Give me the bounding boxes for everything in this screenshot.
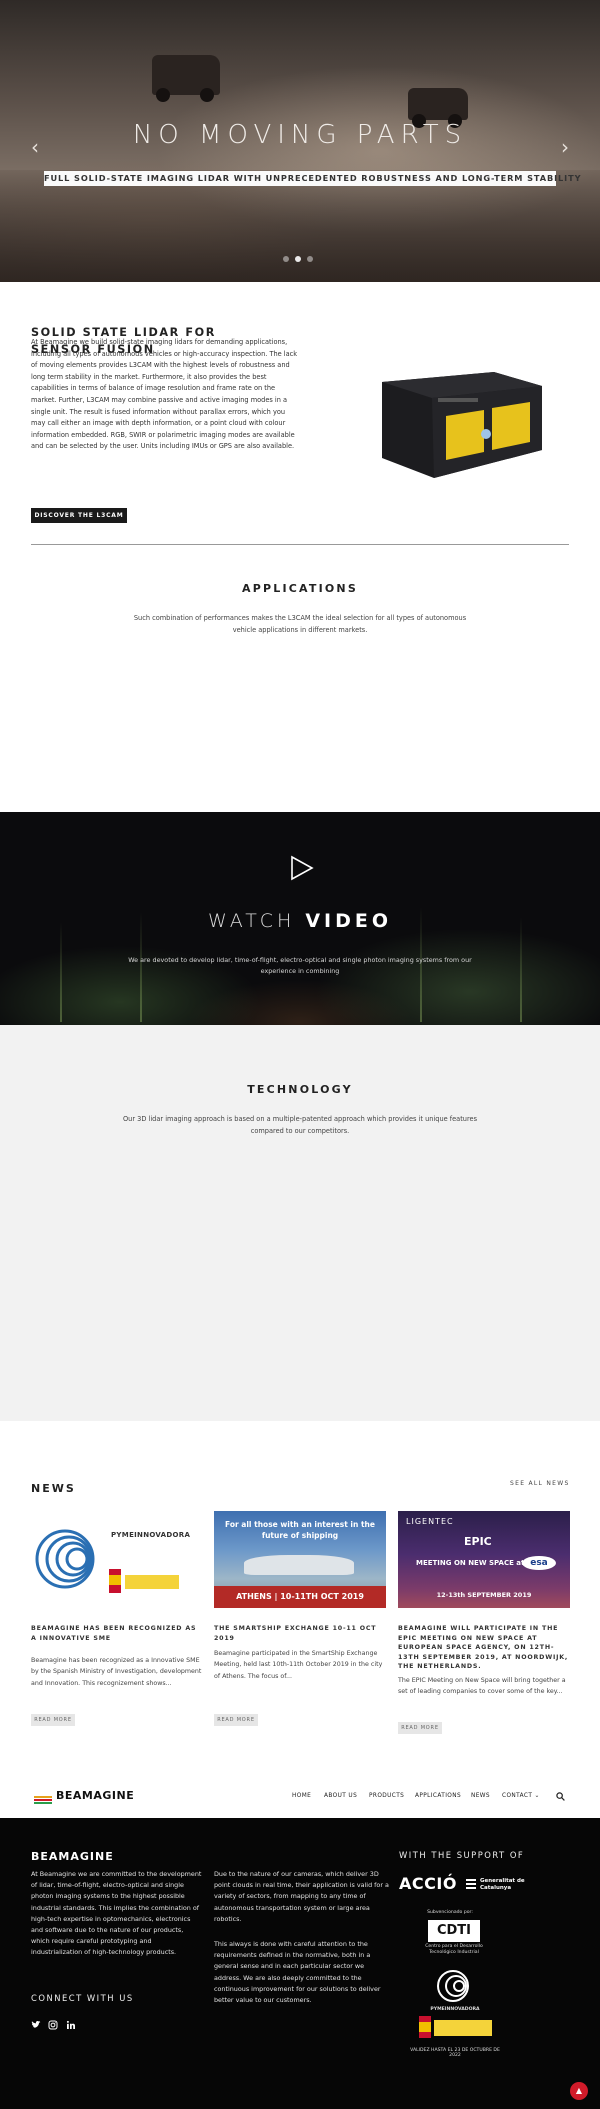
applications-title: APPLICATIONS [242, 582, 358, 595]
discover-l3cam-button[interactable]: DISCOVER THE L3CAM [31, 508, 127, 523]
hero-slider: NO MOVING PARTS FULL SOLID-STATE IMAGING… [0, 0, 600, 282]
video-description: We are devoted to develop lidar, time-of… [128, 956, 472, 975]
play-video-icon[interactable] [290, 855, 314, 881]
hero-ground [0, 170, 600, 282]
nav-applications[interactable]: APPLICATIONS [415, 1793, 461, 1799]
search-icon[interactable] [556, 1792, 565, 1801]
slider-next-arrow[interactable]: › [558, 136, 572, 158]
epic-image-title: MEETING ON NEW SPACE at [416, 1559, 525, 1567]
subvencionado-label: Subvencionado por: [427, 1910, 473, 1915]
news-headline-3[interactable]: BEAMAGINE WILL PARTICIPATE IN THE EPIC M… [398, 1624, 570, 1672]
cdti-subtitle: Centro para el Desarrollo Tecnológico In… [425, 1944, 483, 1955]
nav-home[interactable]: HOME [292, 1793, 311, 1799]
l3cam-device-image [382, 372, 542, 478]
cdti-logo: CDTI [428, 1920, 480, 1942]
back-to-top-button[interactable]: ▲ [570, 2082, 588, 2100]
pyme-footer-logo-icon [437, 1970, 469, 2002]
ship-shape [244, 1555, 354, 1575]
news-excerpt-3: The EPIC Meeting on New Space will bring… [398, 1677, 566, 1696]
footer-commitment-text: This always is done with careful attenti… [214, 1940, 381, 2005]
ligentec-label: LIGENTEC [406, 1517, 454, 1526]
slider-prev-arrow[interactable]: ‹ [28, 136, 42, 158]
video-streak [520, 917, 522, 1022]
slider-dot[interactable] [283, 256, 289, 262]
video-title-light: WATCH [207, 910, 306, 932]
news-image-epic[interactable]: LIGENTEC EPIC MEETING ON NEW SPACE at es… [398, 1511, 570, 1608]
video-streak [60, 922, 62, 1022]
hero-wheel [156, 88, 170, 102]
technology-description: Our 3D lidar imaging approach is based o… [122, 1115, 478, 1135]
video-title-bold: VIDEO [305, 910, 393, 932]
epic-image-dates: 12-13th SEPTEMBER 2019 [436, 1591, 532, 1599]
news-title: NEWS [31, 1482, 76, 1495]
nav-about-us[interactable]: ABOUT US [324, 1793, 357, 1799]
accio-logo: ACCIÓ [399, 1874, 457, 1893]
footer-logo: BEAMAGINE [31, 1850, 114, 1863]
technology-title: TECHNOLOGY [247, 1083, 353, 1096]
smartship-image-title: For all those with an interest in the fu… [225, 1520, 375, 1540]
video-title: WATCH VIDEO [0, 910, 600, 932]
support-heading: WITH THE SUPPORT OF [399, 1850, 525, 1860]
ministry-logo [434, 2020, 492, 2036]
connect-heading: CONNECT WITH US [31, 1993, 134, 2003]
smartship-image-band: ATHENS | 10-11TH OCT 2019 [214, 1586, 386, 1608]
footer-about-text: At Beamagine we are committed to the dev… [31, 1870, 202, 1957]
read-more-button-2[interactable]: READ MORE [214, 1714, 258, 1726]
esa-logo: esa [522, 1556, 556, 1570]
beamagine-logo-icon[interactable] [34, 1792, 52, 1804]
news-headline-1[interactable]: BEAMAGINE HAS BEEN RECOGNIZED AS A INNOV… [31, 1624, 203, 1643]
slider-dot-active[interactable] [295, 256, 301, 262]
footer-application-text: Due to the nature of our cameras, which … [214, 1870, 389, 1923]
nav-news[interactable]: NEWS [471, 1793, 490, 1799]
read-more-button-1[interactable]: READ MORE [31, 1714, 75, 1726]
nav-logo-text[interactable]: BEAMAGINE [56, 1789, 134, 1802]
hero-title: NO MOVING PARTS [132, 120, 468, 150]
news-excerpt-1: Beamagine has been recognized as a Innov… [31, 1657, 202, 1687]
page: NO MOVING PARTS FULL SOLID-STATE IMAGING… [0, 0, 600, 2109]
slider-dot[interactable] [307, 256, 313, 262]
hero-subtitle: FULL SOLID-STATE IMAGING LIDAR WITH UNPR… [44, 171, 581, 186]
validez-text: VALIDEZ HASTA EL 23 DE OCTUBRE DE 2022 [410, 2048, 500, 2058]
generalitat-logo-text: Generalitat de Catalunya [480, 1878, 525, 1891]
epic-label: EPIC [464, 1535, 492, 1548]
linkedin-icon[interactable] [66, 2020, 76, 2030]
section-divider [31, 544, 569, 545]
pyme-footer-label: PYMEINNOVADORA [430, 2007, 480, 2012]
read-more-button-3[interactable]: READ MORE [398, 1722, 442, 1734]
see-all-news-link[interactable]: SEE ALL NEWS [510, 1480, 570, 1487]
applications-description: Such combination of performances makes t… [133, 614, 467, 634]
generalitat-flag-icon [466, 1879, 476, 1891]
hero-wheel [200, 88, 214, 102]
nav-products[interactable]: PRODUCTS [369, 1793, 404, 1799]
news-image-label: PYMEINNOVADORA [111, 1531, 191, 1539]
spain-flag-stripe [419, 2022, 431, 2032]
news-headline-2[interactable]: THE SMARTSHIP EXCHANGE 10-11 OCT 2019 [214, 1624, 386, 1643]
lidar-paragraph: At Beamagine we build solid-state imagin… [31, 338, 298, 451]
nav-contact[interactable]: CONTACT ⌄ [502, 1793, 540, 1799]
pyme-logo-icon [35, 1529, 179, 1593]
slider-dots [283, 247, 323, 262]
news-image-pyme[interactable]: PYMEINNOVADORA [31, 1511, 203, 1608]
news-excerpt-2: Beamagine participated in the SmartShip … [214, 1650, 383, 1680]
twitter-icon[interactable] [31, 2020, 41, 2030]
instagram-icon[interactable] [48, 2020, 58, 2030]
news-image-smartship[interactable]: For all those with an interest in the fu… [214, 1511, 386, 1608]
